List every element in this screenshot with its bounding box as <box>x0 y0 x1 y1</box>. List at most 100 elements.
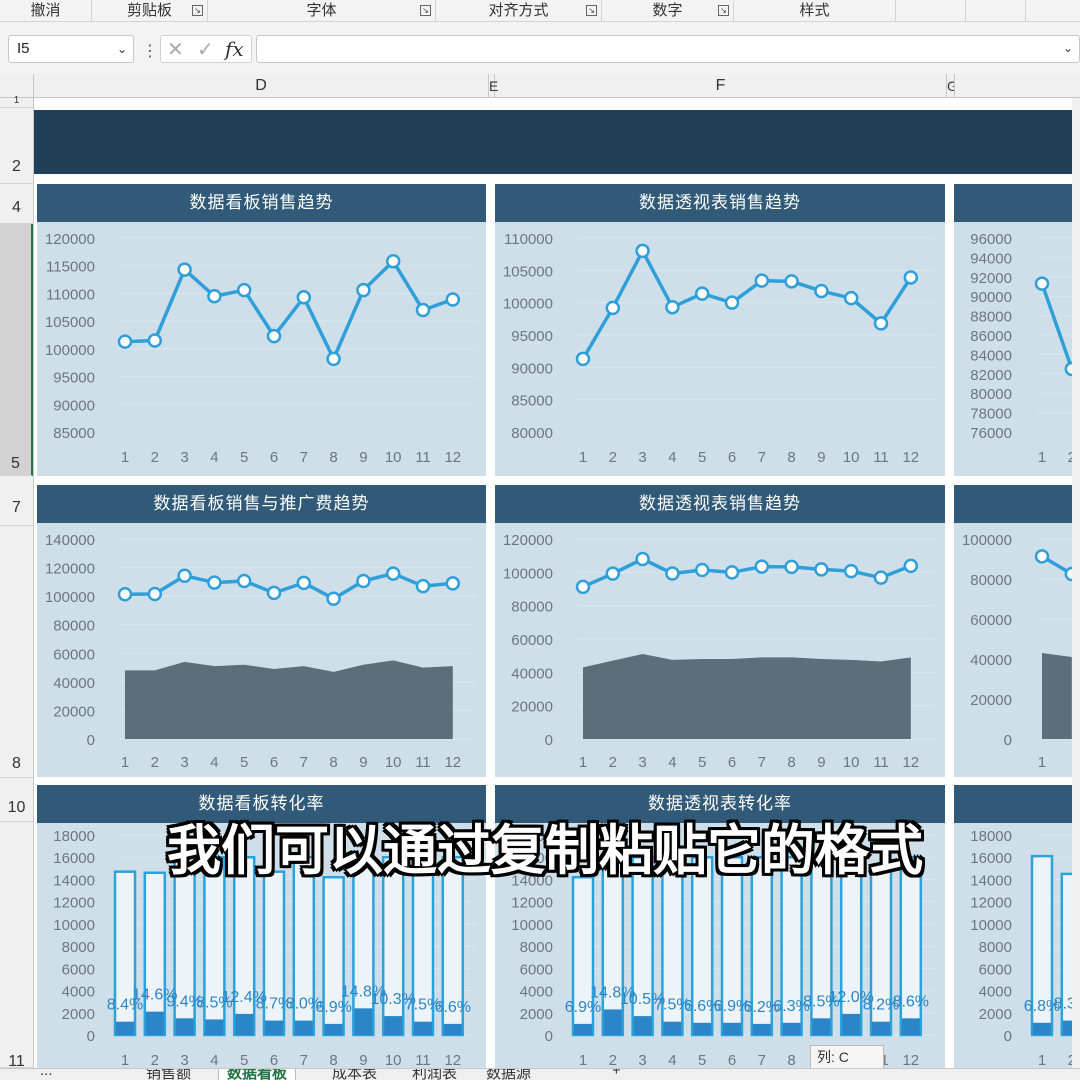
y-tick-label: 90000 <box>511 360 553 377</box>
y-tick-label: 90000 <box>53 397 95 414</box>
data-point <box>117 334 133 349</box>
ribbon-group-alignment[interactable]: 对齐方式 ↘ <box>436 0 602 22</box>
enter-icon[interactable]: ✓ <box>197 37 214 62</box>
column-header-f[interactable]: F <box>495 74 947 98</box>
insert-function-button[interactable]: fx <box>225 37 244 61</box>
x-tick-label: 2 <box>609 1052 617 1068</box>
line-chart: 120000 115000 110000 105000 100000 95000 90000… <box>45 231 476 466</box>
formula-input[interactable]: ⌄ <box>256 35 1080 63</box>
x-tick-label: 9 <box>817 449 825 466</box>
y-tick-label: 105000 <box>45 314 95 331</box>
data-point <box>814 283 829 299</box>
sheet-tab[interactable]: 成本表 <box>332 1069 377 1080</box>
area-series <box>1042 653 1072 739</box>
data-point <box>147 586 163 602</box>
y-tick-label: 40000 <box>970 652 1012 669</box>
conversion-bar <box>116 1021 134 1035</box>
conversion-bar <box>752 1023 771 1035</box>
ribbon: 撤消 剪贴板 ↘ 字体 ↘ 对齐方式 ↘ 数字 ↘ 样式 <box>0 0 1080 22</box>
x-tick-label: 12 <box>902 754 919 771</box>
row-header-7[interactable]: 7 <box>0 476 33 526</box>
chart-panel-sales-trend[interactable]: 数据看板销售趋势 120000 115000 110000 105000 100000 9… <box>37 184 486 476</box>
ribbon-group-styles[interactable]: 样式 <box>734 0 896 22</box>
sheet-tab-active[interactable]: 数据看板 <box>218 1069 297 1080</box>
conversion-bar <box>235 1013 254 1035</box>
dialog-launcher-icon[interactable]: ↘ <box>192 5 203 16</box>
y-tick-label: 60000 <box>970 612 1012 629</box>
row-header-10[interactable]: 10 <box>0 778 33 822</box>
row-header-1[interactable]: 1 <box>0 96 33 108</box>
y-tick-label: 94000 <box>970 250 1012 267</box>
row-header-8[interactable]: 8 <box>0 526 33 778</box>
worksheet[interactable]: 数据看板销售趋势 120000 115000 110000 105000 100000 9… <box>34 98 1080 1068</box>
chart-title: 数据透视表销售趋势 <box>495 485 945 523</box>
line-chart: 96000 94000 92000 90000 88000 86000 84000 82000… <box>970 231 1080 466</box>
dialog-launcher-icon[interactable]: ↘ <box>718 5 729 16</box>
sheet-tab[interactable]: 利润表 <box>412 1069 457 1080</box>
chart-panel-sales-promo-trend[interactable]: 数据看板销售与推广费趋势 140000 120000 100000 80000 6000… <box>37 485 486 777</box>
x-tick-label: 9 <box>359 754 367 771</box>
x-tick-label: 8 <box>329 754 337 771</box>
chart-panel-pivot-sales-trend[interactable]: 数据透视表销售趋势 110000 105000 100000 95000 90000 85… <box>495 184 945 476</box>
expand-formula-icon[interactable]: ⌄ <box>1063 41 1073 55</box>
vertical-scrollbar[interactable] <box>1072 98 1080 1068</box>
y-tick-label: 4000 <box>520 984 553 1001</box>
x-tick-label: 4 <box>210 449 218 466</box>
y-tick-label: 92000 <box>970 270 1012 287</box>
chevron-down-icon[interactable]: ⌄ <box>117 36 127 62</box>
x-tick-label: 5 <box>240 1052 248 1068</box>
ribbon-group-font[interactable]: 字体 ↘ <box>208 0 436 22</box>
dialog-launcher-icon[interactable]: ↘ <box>420 5 431 16</box>
ribbon-group-undo[interactable]: 撤消 <box>0 0 92 22</box>
data-point <box>724 295 740 310</box>
y-tick-label: 6000 <box>520 961 553 978</box>
chart-panel-pivot-sales-trend-2[interactable]: 数据透视表销售趋势 120000 100000 80000 60000 40000 200… <box>495 485 945 777</box>
row-header-5[interactable]: 5 <box>0 224 33 476</box>
row-header-2[interactable]: 2 <box>0 108 33 184</box>
x-tick-label: 9 <box>817 754 825 771</box>
sheet-tab[interactable]: 销售额 <box>146 1069 191 1080</box>
y-tick-label: 105000 <box>503 263 553 280</box>
x-tick-label: 10 <box>385 754 402 771</box>
data-label: 6.9% <box>315 999 351 1016</box>
more-options-icon[interactable]: ⋮ <box>142 41 158 61</box>
sheet-tabs: ... 销售额 数据看板 成本表 利润表 数据源 + <box>0 1068 1080 1080</box>
dialog-launcher-icon[interactable]: ↘ <box>586 5 597 16</box>
add-sheet-button[interactable]: + <box>612 1069 621 1079</box>
conversion-bar <box>782 1022 801 1035</box>
combo-chart: 1200001000008000060000400002000001 2 3 4 5 6 7… <box>503 532 935 771</box>
chart-panel-partial-3[interactable]: 18000 16000 14000 12000 10000 8000 6000 4000 200… <box>954 785 1080 1068</box>
ribbon-group-number[interactable]: 数字 ↘ <box>602 0 734 22</box>
data-point <box>903 558 919 574</box>
x-tick-label: 6 <box>270 754 278 771</box>
column-header-g[interactable]: G <box>947 74 955 98</box>
chart-panel-partial-1[interactable]: 96000 94000 92000 90000 88000 86000 84000 82000… <box>954 184 1080 476</box>
x-tick-label: 8 <box>329 449 337 466</box>
x-tick-label: 1 <box>1038 754 1046 771</box>
x-tick-label: 3 <box>180 754 188 771</box>
row-header: 1 2 4 5 7 8 10 11 <box>0 96 34 1070</box>
x-tick-label: 7 <box>300 449 308 466</box>
sheet-tab[interactable]: ... <box>40 1069 53 1079</box>
y-tick-label: 18000 <box>53 828 95 845</box>
line-series <box>124 571 453 601</box>
x-tick-label: 7 <box>758 449 766 466</box>
y-tick-label: 10000 <box>53 917 95 934</box>
conversion-bar <box>723 1022 741 1035</box>
column-header-d[interactable]: D <box>34 74 489 98</box>
cancel-icon[interactable]: ✕ <box>167 37 184 62</box>
sheet-tab[interactable]: 数据源 <box>486 1069 531 1080</box>
y-tick-label: 76000 <box>970 425 1012 442</box>
x-tick-label: 9 <box>359 1052 367 1068</box>
data-point <box>873 570 889 585</box>
x-tick-label: 10 <box>385 1052 402 1068</box>
conversion-bar <box>384 1016 403 1035</box>
chart-panel-partial-2[interactable]: 100000 80000 60000 40000 20000 0 1 <box>954 485 1080 777</box>
conversion-bar <box>633 1016 652 1035</box>
row-header-11[interactable]: 11 <box>0 822 33 1070</box>
x-tick-label: 4 <box>668 449 676 466</box>
name-box[interactable]: I5 ⌄ <box>8 35 134 63</box>
row-header-4[interactable]: 4 <box>0 184 33 224</box>
y-tick-label: 0 <box>87 732 95 749</box>
ribbon-group-clipboard[interactable]: 剪贴板 ↘ <box>92 0 208 22</box>
